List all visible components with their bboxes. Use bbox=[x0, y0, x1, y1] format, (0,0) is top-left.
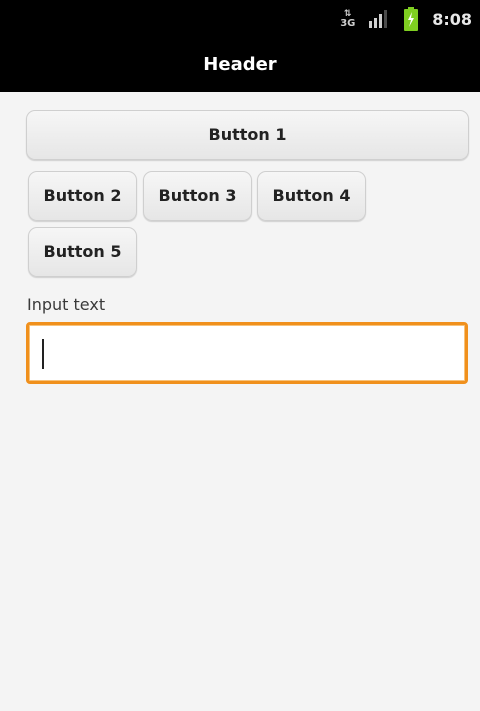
page-title: Header bbox=[203, 54, 277, 75]
status-icons: ⇅ 3G 8:08 bbox=[340, 7, 472, 31]
title-bar: Header bbox=[0, 38, 480, 92]
network-3g-icon: ⇅ 3G bbox=[340, 9, 356, 29]
battery-charging-icon bbox=[404, 7, 419, 31]
button-4[interactable]: Button 4 bbox=[257, 171, 366, 221]
status-bar: ⇅ 3G 8:08 bbox=[0, 0, 480, 38]
button-5[interactable]: Button 5 bbox=[28, 227, 137, 277]
input-label: Input text bbox=[27, 295, 106, 314]
status-clock: 8:08 bbox=[432, 9, 472, 29]
content-area: Button 1 Button 2 Button 3 Button 4 Butt… bbox=[0, 92, 480, 711]
text-input[interactable] bbox=[26, 322, 468, 384]
signal-icon bbox=[368, 10, 390, 28]
button-1[interactable]: Button 1 bbox=[26, 110, 469, 160]
button-2[interactable]: Button 2 bbox=[28, 171, 137, 221]
text-caret bbox=[42, 339, 44, 369]
button-3[interactable]: Button 3 bbox=[143, 171, 252, 221]
